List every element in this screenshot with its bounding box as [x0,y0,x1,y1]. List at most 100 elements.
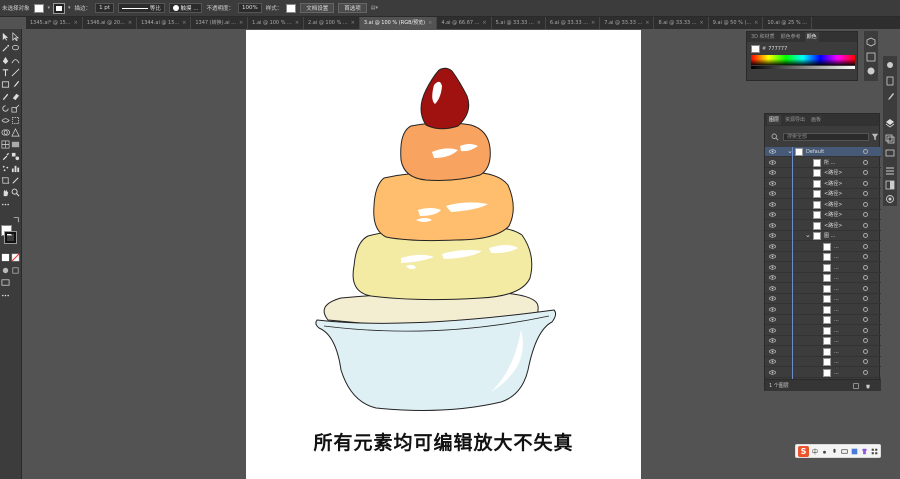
chevron-down-icon[interactable]: ▾ [68,5,71,11]
layer-row[interactable]: ... [765,252,881,262]
brush-icon[interactable] [885,92,895,102]
target-circle-icon[interactable] [863,233,868,238]
fill-stroke-mini-icon[interactable] [751,45,760,53]
3d-cube-icon[interactable] [866,37,876,47]
selection-tool-icon[interactable] [1,32,10,41]
grayscale-strip[interactable] [751,66,855,69]
hex-value-field[interactable]: 777777 [768,46,787,52]
target-circle-icon[interactable] [863,254,868,259]
stroke-color-box[interactable] [4,231,17,244]
document-tab-active[interactable]: 3.ai @ 100 % (RGB/预览) × [359,17,438,29]
line-tool-icon[interactable] [11,68,20,77]
artboard-tool-icon[interactable] [1,176,10,185]
blend-tool-icon[interactable] [11,152,20,161]
arrange-icon[interactable]: ▤▾ [371,5,378,11]
layer-row[interactable]: ... [765,284,881,294]
close-icon[interactable]: × [754,20,758,26]
visibility-eye-icon[interactable] [769,233,776,238]
target-circle-icon[interactable] [863,243,868,249]
layer-row[interactable]: ... [765,347,881,357]
target-circle-icon[interactable] [863,159,868,165]
close-icon[interactable]: × [482,20,486,26]
layer-row[interactable]: ... [765,242,881,252]
target-circle-icon[interactable] [863,306,868,312]
brush-select[interactable]: 触摸 ... [168,3,203,13]
transparency-icon[interactable] [885,180,895,190]
stroke-profile-select[interactable]: 等比 [117,3,165,13]
layer-row-top[interactable]: ⌄ Default [765,147,881,157]
swap-fill-stroke-icon[interactable] [12,215,21,224]
libraries-icon[interactable] [885,76,895,86]
layer-row[interactable]: <路径> [765,168,881,178]
stroke-width-field[interactable]: 1 pt [95,3,114,13]
layer-row[interactable]: ... [765,273,881,283]
close-icon[interactable]: × [428,20,432,26]
document-tab[interactable]: 8.ai @ 33.33 ... × [654,17,709,29]
visibility-eye-icon[interactable] [769,359,776,364]
visibility-eye-icon[interactable] [769,170,776,175]
screen-mode-icon[interactable] [1,278,10,287]
column-graph-tool-icon[interactable] [11,164,20,173]
visibility-eye-icon[interactable] [769,348,776,354]
target-circle-icon[interactable] [863,296,868,301]
align-icon[interactable] [885,166,895,176]
rectangle-tool-icon[interactable] [1,80,10,89]
close-icon[interactable]: × [645,20,649,26]
target-circle-icon[interactable] [863,369,868,375]
layers-icon[interactable] [885,118,895,128]
lasso-tool-icon[interactable] [11,44,20,53]
paintbrush-tool-icon[interactable] [11,80,20,89]
eyedropper-tool-icon[interactable] [1,152,10,161]
punctuation-icon[interactable] [821,448,828,455]
layer-row[interactable]: ... [765,336,881,346]
sogou-logo-icon[interactable]: S [798,445,809,457]
draw-mode-icon[interactable] [1,266,10,275]
visibility-eye-icon[interactable] [769,369,776,375]
visibility-eye-icon[interactable] [769,264,776,270]
slice-tool-icon[interactable] [11,176,20,185]
magic-wand-tool-icon[interactable] [1,44,10,53]
more-tools-icon[interactable] [1,200,10,209]
document-tab[interactable]: 1344.ai @ 15... × [137,17,192,29]
target-circle-icon[interactable] [863,348,868,354]
appearance-icon[interactable] [885,194,895,204]
visibility-eye-icon[interactable] [769,222,776,228]
layer-row[interactable]: ... [765,305,881,315]
artboards-icon[interactable] [885,134,895,144]
target-circle-icon[interactable] [863,285,868,291]
type-tool-icon[interactable] [1,68,10,77]
ime-mode-label[interactable]: 中 [812,447,818,456]
target-circle-icon[interactable] [863,317,868,322]
target-circle-icon[interactable] [863,275,868,280]
properties-icon[interactable] [885,60,895,70]
draw-inside-icon[interactable] [11,266,20,275]
microphone-icon[interactable] [831,448,838,455]
none-color-icon[interactable] [11,253,20,262]
stroke-swatch[interactable] [53,2,66,14]
chevron-down-icon[interactable]: ⌄ [805,231,811,239]
close-icon[interactable]: × [351,20,355,26]
keyboard-icon[interactable] [841,448,848,455]
tab-layers[interactable]: 图层 [767,115,782,125]
scale-tool-icon[interactable] [11,104,20,113]
visibility-eye-icon[interactable] [769,180,776,186]
eraser-tool-icon[interactable] [11,92,20,101]
gradient-tool-icon[interactable] [11,140,20,149]
color-guide-icon[interactable] [866,52,876,62]
visibility-eye-icon[interactable] [769,317,776,322]
fill-swatch[interactable] [33,3,44,13]
layer-row[interactable]: ... [765,368,881,378]
layer-row[interactable]: ⌄ 图 ... [765,231,881,241]
pencil-tool-icon[interactable] [1,92,10,101]
visibility-eye-icon[interactable] [769,306,776,312]
document-tab[interactable]: 1345.ai* @ 15... × [26,17,83,29]
preferences-button[interactable]: 首选项 [338,3,367,13]
close-icon[interactable]: × [700,20,704,26]
visibility-eye-icon[interactable] [769,254,776,259]
visibility-eye-icon[interactable] [769,327,776,333]
free-transform-tool-icon[interactable] [11,116,20,125]
artboard[interactable]: 所有元素均可编辑放大不失真 [246,30,641,479]
document-tab[interactable]: 6.ai @ 33.33 ... × [546,17,601,29]
target-circle-icon[interactable] [863,180,868,186]
grid-menu-icon[interactable] [871,448,878,455]
